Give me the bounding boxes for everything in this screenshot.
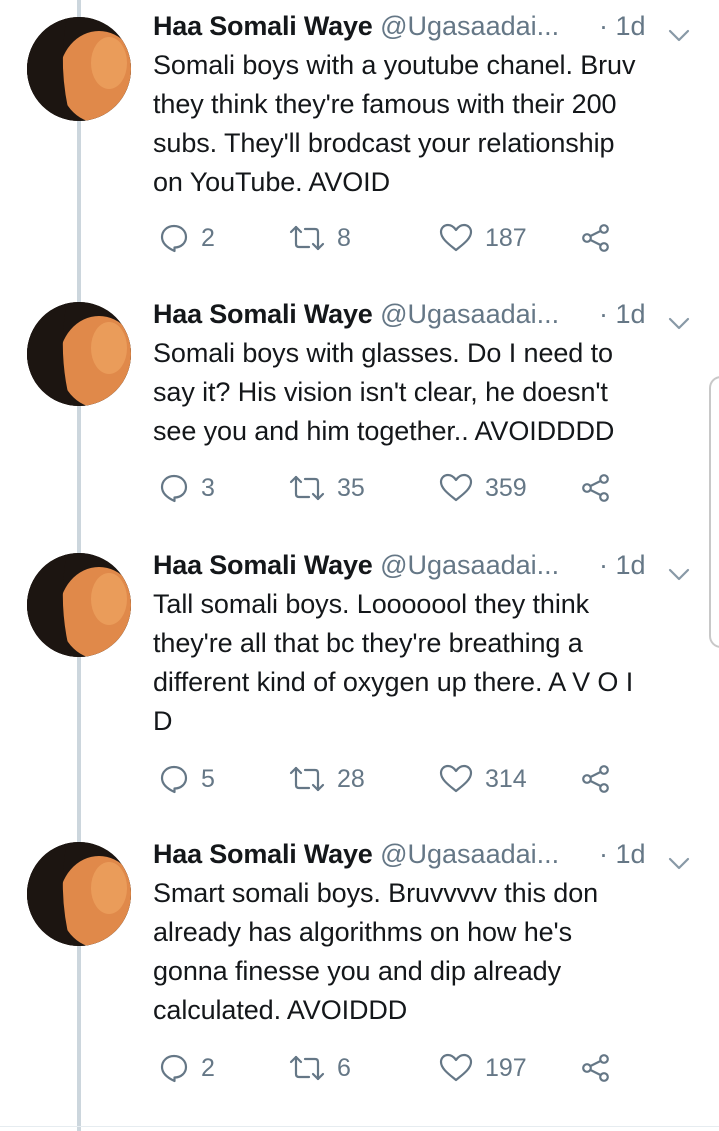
like-button[interactable]: 187 <box>439 218 527 258</box>
timestamp[interactable]: · 1d <box>599 296 646 332</box>
tweet[interactable]: Haa Somali Waye @Ugasaadai... · 1d Somal… <box>0 8 719 278</box>
display-name[interactable]: Haa Somali Waye <box>153 839 373 869</box>
tweet-text-line: see you and him together.. AVOIDDDD <box>153 416 615 446</box>
tweet[interactable]: Haa Somali Waye @Ugasaadai... · 1d Smart… <box>0 836 719 1106</box>
reply-button[interactable]: 5 <box>159 759 215 799</box>
retweet-button[interactable]: 35 <box>289 468 365 508</box>
share-button[interactable] <box>581 1048 611 1088</box>
tweet-actions: 3 35 359 <box>153 468 713 508</box>
retweet-count: 28 <box>337 765 365 793</box>
tweet-header: Haa Somali Waye @Ugasaadai... · 1d <box>153 836 698 872</box>
avatar[interactable] <box>27 553 131 657</box>
tweet-text-line: Somali boys with glasses. Do I need to <box>153 338 613 368</box>
retweet-icon <box>289 765 325 793</box>
like-button[interactable]: 314 <box>439 759 527 799</box>
avatar[interactable] <box>27 302 131 406</box>
tweet-text: Tall somali boys. Looooool they think th… <box>153 585 703 741</box>
display-name[interactable]: Haa Somali Waye <box>153 11 373 41</box>
tweet-text-line: subs. They'll brodcast your relationship <box>153 128 615 158</box>
timestamp[interactable]: · 1d <box>599 547 646 583</box>
retweet-button[interactable]: 6 <box>289 1048 351 1088</box>
retweet-button[interactable]: 28 <box>289 759 365 799</box>
like-count: 187 <box>485 224 527 252</box>
like-count: 359 <box>485 474 527 502</box>
tweet-text-line: they're all that bc they're breathing a <box>153 628 583 658</box>
tweet-header: Haa Somali Waye @Ugasaadai... · 1d <box>153 547 698 583</box>
tweet-text-line: Somali boys with a youtube chanel. Bruv <box>153 50 636 80</box>
share-icon <box>581 1053 611 1083</box>
reply-icon <box>159 473 189 503</box>
avatar[interactable] <box>27 17 131 121</box>
reply-count: 2 <box>201 1054 215 1082</box>
heart-icon <box>439 473 473 503</box>
tweet-actions: 2 8 187 <box>153 218 713 258</box>
tweet-text-line: gonna finesse you and dip already <box>153 956 562 986</box>
tweet-text-line: on YouTube. AVOID <box>153 167 390 197</box>
user-handle[interactable]: @Ugasaadai... <box>380 299 559 329</box>
tweet-text-line: different kind of oxygen up there. A V O… <box>153 667 634 697</box>
reply-button[interactable]: 3 <box>159 468 215 508</box>
reply-count: 3 <box>201 474 215 502</box>
tweet-actions: 2 6 197 <box>153 1048 713 1088</box>
share-icon <box>581 473 611 503</box>
share-button[interactable] <box>581 468 611 508</box>
retweet-icon <box>289 474 325 502</box>
timestamp[interactable]: · 1d <box>599 836 646 872</box>
tweet-text-line: D <box>153 706 173 736</box>
tweet-text: Somali boys with glasses. Do I need to s… <box>153 334 703 451</box>
share-icon <box>581 764 611 794</box>
retweet-icon <box>289 1054 325 1082</box>
tweet-text-line: they think they're famous with their 200 <box>153 89 617 119</box>
tweet-text-line: say it? His vision isn't clear, he doesn… <box>153 377 608 407</box>
tweet-text-line: already has algorithms on how he's <box>153 917 572 947</box>
avatar[interactable] <box>27 842 131 946</box>
reply-count: 5 <box>201 765 215 793</box>
display-name[interactable]: Haa Somali Waye <box>153 550 373 580</box>
retweet-button[interactable]: 8 <box>289 218 351 258</box>
share-icon <box>581 223 611 253</box>
share-button[interactable] <box>581 759 611 799</box>
reply-button[interactable]: 2 <box>159 218 215 258</box>
tweet[interactable]: Haa Somali Waye @Ugasaadai... · 1d Tall … <box>0 547 719 809</box>
like-count: 314 <box>485 765 527 793</box>
reply-icon <box>159 223 189 253</box>
tweet-text-line: calculated. AVOIDDD <box>153 995 408 1025</box>
like-count: 197 <box>485 1054 527 1082</box>
timestamp[interactable]: · 1d <box>599 8 646 44</box>
retweet-count: 35 <box>337 474 365 502</box>
share-button[interactable] <box>581 218 611 258</box>
tweet[interactable]: Haa Somali Waye @Ugasaadai... · 1d Somal… <box>0 296 719 518</box>
divider <box>0 1126 719 1127</box>
edge-scroll-indicator[interactable] <box>709 376 719 648</box>
tweet-text-line: Tall somali boys. Looooool they think <box>153 589 590 619</box>
heart-icon <box>439 764 473 794</box>
reply-count: 2 <box>201 224 215 252</box>
user-handle[interactable]: @Ugasaadai... <box>380 11 559 41</box>
heart-icon <box>439 223 473 253</box>
like-button[interactable]: 197 <box>439 1048 527 1088</box>
retweet-count: 8 <box>337 224 351 252</box>
tweet-text: Smart somali boys. Bruvvvvv this don alr… <box>153 874 703 1030</box>
tweet-header: Haa Somali Waye @Ugasaadai... · 1d <box>153 8 698 44</box>
like-button[interactable]: 359 <box>439 468 527 508</box>
reply-icon <box>159 1053 189 1083</box>
reply-icon <box>159 764 189 794</box>
heart-icon <box>439 1053 473 1083</box>
retweet-count: 6 <box>337 1054 351 1082</box>
reply-button[interactable]: 2 <box>159 1048 215 1088</box>
tweet-header: Haa Somali Waye @Ugasaadai... · 1d <box>153 296 698 332</box>
user-handle[interactable]: @Ugasaadai... <box>380 550 559 580</box>
display-name[interactable]: Haa Somali Waye <box>153 299 373 329</box>
tweet-text: Somali boys with a youtube chanel. Bruv … <box>153 46 703 202</box>
tweet-text-line: Smart somali boys. Bruvvvvv this don <box>153 878 599 908</box>
tweet-actions: 5 28 314 <box>153 759 713 799</box>
user-handle[interactable]: @Ugasaadai... <box>380 839 559 869</box>
retweet-icon <box>289 224 325 252</box>
